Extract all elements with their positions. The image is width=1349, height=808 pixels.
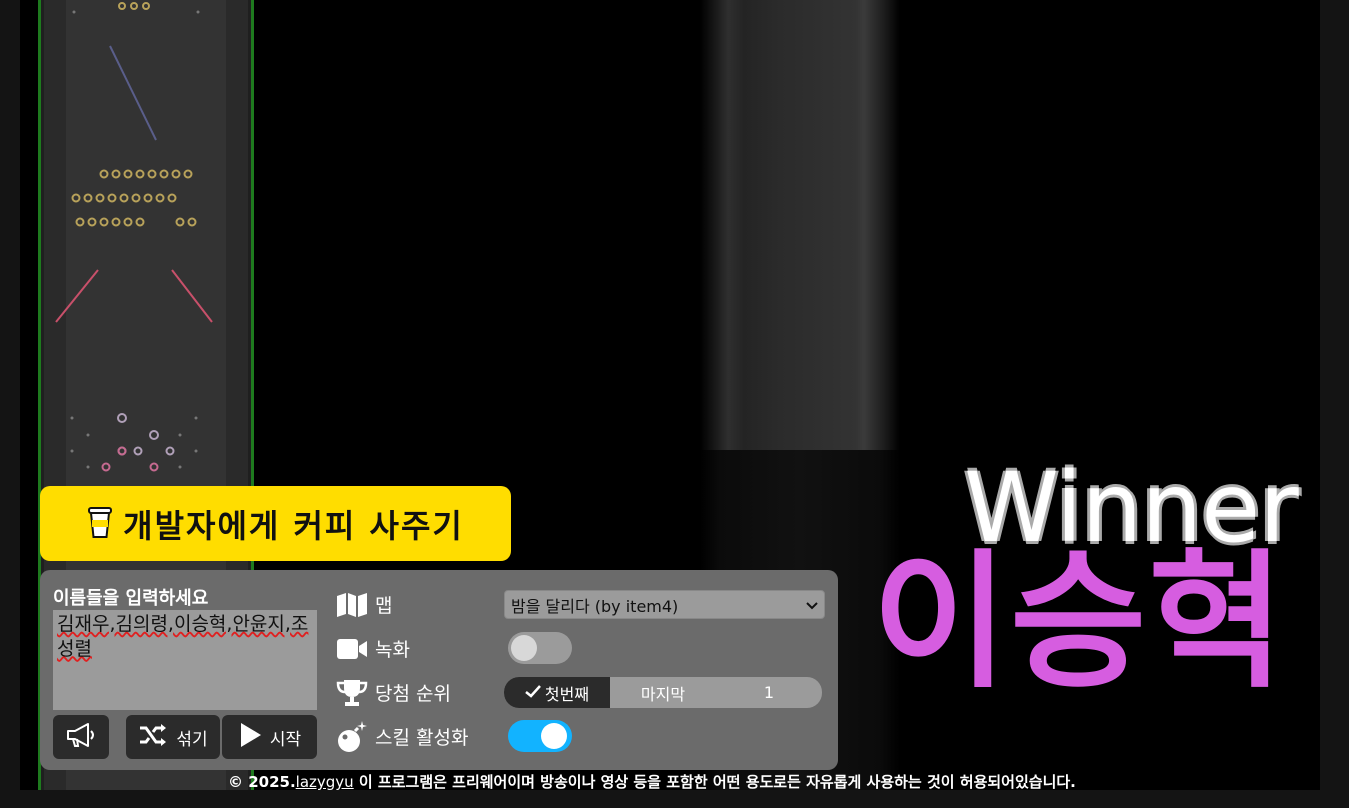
- coffee-cup-icon: [87, 505, 113, 543]
- settings-panel: 이름들을 입력하세요 김재우,김의령,이승혁,안윤지,조성렬 섞기 시작 맵 밤…: [40, 570, 838, 770]
- start-label: 시작: [269, 729, 302, 750]
- rank-selector: 첫번째 마지막 1: [504, 677, 822, 708]
- footer: © 2025.lazygyu 이 프로그램은 프리웨어이며 방송이나 영상 등을…: [228, 771, 1076, 792]
- names-title: 이름들을 입력하세요: [53, 588, 209, 609]
- trophy-icon: [336, 678, 368, 712]
- map-icon: [336, 592, 368, 622]
- play-icon: [238, 722, 262, 753]
- map-label: 맵: [375, 595, 393, 617]
- rank-option-last-label: 마지막: [640, 684, 686, 704]
- shuffle-icon: [138, 723, 168, 752]
- shuffle-label: 섞기: [176, 729, 208, 750]
- wall-pillar: [700, 0, 900, 450]
- rank-number-value: 1: [763, 683, 775, 702]
- bomb-sparkle-icon: [336, 720, 368, 758]
- check-icon: [525, 683, 541, 702]
- skill-toggle[interactable]: [508, 720, 572, 752]
- author-link[interactable]: lazygyu: [296, 773, 354, 791]
- record-label: 녹화: [375, 639, 410, 661]
- map-select-value: 밤을 달리다 (by item4): [511, 596, 679, 616]
- rank-option-first-label: 첫번째: [544, 684, 590, 704]
- start-button[interactable]: 시작: [222, 715, 317, 759]
- chevron-down-icon: [806, 595, 818, 614]
- skill-label: 스킬 활성화: [375, 727, 469, 749]
- toggle-knob: [511, 635, 537, 661]
- rank-label: 당첨 순위: [375, 683, 451, 705]
- rank-option-last[interactable]: 마지막: [610, 677, 716, 708]
- footer-notice: 이 프로그램은 프리웨어이며 방송이나 영상 등을 포함한 어떤 용도로든 자유…: [353, 773, 1076, 791]
- rank-option-first[interactable]: 첫번째: [504, 677, 610, 708]
- rank-number-input[interactable]: 1: [716, 677, 822, 708]
- buy-coffee-button[interactable]: 개발자에게 커피 사주기: [40, 486, 511, 561]
- toggle-knob: [541, 723, 567, 749]
- megaphone-icon: [65, 722, 97, 753]
- shuffle-button[interactable]: 섞기: [126, 715, 220, 759]
- map-select[interactable]: 밤을 달리다 (by item4): [504, 590, 825, 619]
- video-camera-icon: [336, 638, 368, 664]
- announce-button[interactable]: [53, 715, 109, 759]
- footer-copyright: © 2025.: [228, 773, 296, 791]
- record-toggle[interactable]: [508, 632, 572, 664]
- winner-name: 이승혁: [872, 536, 1287, 708]
- buy-coffee-label: 개발자에게 커피 사주기: [123, 506, 464, 545]
- names-input[interactable]: 김재우,김의령,이승혁,안윤지,조성렬: [53, 610, 317, 710]
